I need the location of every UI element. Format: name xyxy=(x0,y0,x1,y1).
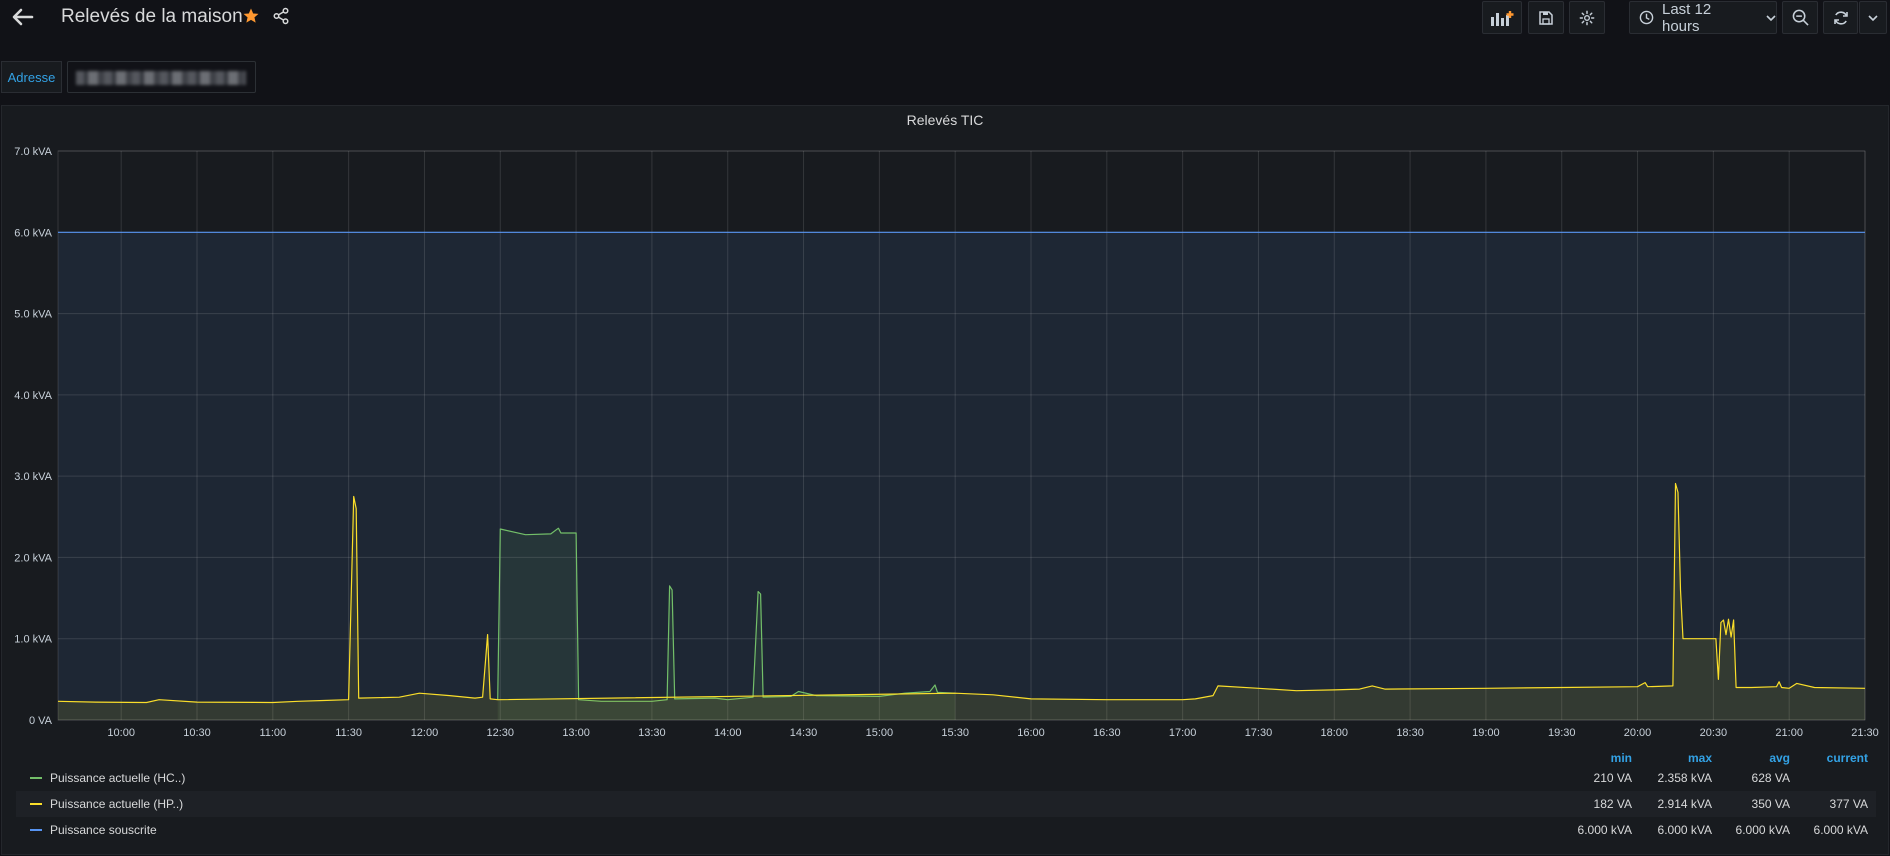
x-tick-label: 20:30 xyxy=(1700,727,1728,739)
add-panel-button[interactable] xyxy=(1482,1,1522,34)
legend-avg: 6.000 kVA xyxy=(1735,823,1790,837)
save-icon xyxy=(1538,10,1554,26)
gear-icon xyxy=(1579,10,1595,26)
legend-avg: 350 VA xyxy=(1751,797,1790,811)
y-tick-label: 2.0 kVA xyxy=(14,552,52,564)
x-tick-label: 15:00 xyxy=(866,727,894,739)
legend-swatch[interactable] xyxy=(30,777,42,779)
refresh-icon xyxy=(1833,10,1849,26)
clock-icon xyxy=(1639,10,1654,25)
time-range-picker[interactable]: Last 12 hours xyxy=(1629,0,1777,35)
legend-max: 2.914 kVA xyxy=(1657,797,1712,811)
y-tick-label: 4.0 kVA xyxy=(14,390,52,402)
x-tick-label: 17:30 xyxy=(1245,727,1273,739)
x-tick-label: 16:00 xyxy=(1017,727,1045,739)
x-tick-label: 21:30 xyxy=(1851,727,1879,739)
legend-series-name[interactable]: Puissance souscrite xyxy=(50,823,157,837)
graph-panel[interactable]: Relevés TIC 0 VA 1.0 kVA 2.0 kVA 3.0 kVA 4.0… xyxy=(1,105,1889,855)
legend-row-hc[interactable]: Puissance actuelle (HC..) 210 VA 2.358 k… xyxy=(16,765,1876,791)
x-tick-label: 19:00 xyxy=(1472,727,1500,739)
x-tick-label: 19:30 xyxy=(1548,727,1576,739)
legend-series-name[interactable]: Puissance actuelle (HP..) xyxy=(50,797,183,811)
x-tick-label: 10:30 xyxy=(183,727,211,739)
y-tick-label: 3.0 kVA xyxy=(14,471,52,483)
legend-min: 210 VA xyxy=(1593,771,1632,785)
redacted-address xyxy=(76,71,246,85)
zoom-out-button[interactable] xyxy=(1782,1,1818,34)
save-dashboard-button[interactable] xyxy=(1528,1,1564,34)
x-tick-label: 14:30 xyxy=(790,727,818,739)
add-panel-icon xyxy=(1490,9,1514,27)
refresh-interval-dropdown[interactable] xyxy=(1859,1,1887,34)
dashboard-settings-button[interactable] xyxy=(1569,1,1605,34)
star-icon[interactable] xyxy=(242,7,260,25)
chevron-down-icon xyxy=(1868,14,1878,22)
y-tick-label: 1.0 kVA xyxy=(14,634,52,646)
legend-current: 377 VA xyxy=(1829,797,1868,811)
x-tick-label: 14:00 xyxy=(714,727,742,739)
legend-max: 2.358 kVA xyxy=(1657,771,1712,785)
x-tick-label: 13:30 xyxy=(638,727,666,739)
y-tick-label: 0 VA xyxy=(29,715,53,727)
legend-swatch[interactable] xyxy=(30,803,42,805)
x-tick-label: 12:30 xyxy=(487,727,515,739)
chevron-down-icon xyxy=(1766,14,1776,22)
variable-label-adresse: Adresse xyxy=(1,61,62,93)
x-tick-label: 21:00 xyxy=(1775,727,1803,739)
zoom-out-icon xyxy=(1792,9,1809,26)
refresh-button[interactable] xyxy=(1823,1,1858,34)
y-tick-label: 5.0 kVA xyxy=(14,309,52,321)
x-tick-label: 12:00 xyxy=(411,727,439,739)
variable-select-adresse[interactable] xyxy=(67,61,256,93)
legend-avg: 628 VA xyxy=(1751,771,1790,785)
x-tick-label: 15:30 xyxy=(941,727,969,739)
legend-max: 6.000 kVA xyxy=(1657,823,1712,837)
legend-row-hp[interactable]: Puissance actuelle (HP..) 182 VA 2.914 k… xyxy=(16,791,1876,817)
x-tick-label: 18:30 xyxy=(1396,727,1424,739)
x-tick-label: 16:30 xyxy=(1093,727,1121,739)
dashboard-navbar: Relevés de la maison Last 12 hours xyxy=(0,0,1890,35)
dashboard-title[interactable]: Relevés de la maison xyxy=(61,6,243,28)
y-tick-label: 6.0 kVA xyxy=(14,227,52,239)
time-range-label: Last 12 hours xyxy=(1662,0,1712,35)
back-arrow-icon[interactable] xyxy=(10,6,36,28)
x-tick-label: 11:00 xyxy=(259,727,286,739)
chart-area[interactable]: 0 VA 1.0 kVA 2.0 kVA 3.0 kVA 4.0 kVA 5.0 kVA 6… xyxy=(2,106,1890,746)
legend-row-souscrite[interactable]: Puissance souscrite 6.000 kVA 6.000 kVA … xyxy=(16,817,1876,843)
legend-min: 182 VA xyxy=(1593,797,1632,811)
x-tick-label: 17:00 xyxy=(1169,727,1197,739)
share-icon[interactable] xyxy=(272,7,290,25)
y-tick-label: 7.0 kVA xyxy=(14,146,52,158)
x-tick-label: 11:30 xyxy=(335,727,362,739)
legend-current: 6.000 kVA xyxy=(1813,823,1868,837)
legend-min: 6.000 kVA xyxy=(1577,823,1632,837)
legend-swatch[interactable] xyxy=(30,829,42,831)
x-tick-label: 13:00 xyxy=(562,727,590,739)
x-tick-label: 10:00 xyxy=(107,727,135,739)
x-tick-label: 18:00 xyxy=(1321,727,1349,739)
x-tick-label: 20:00 xyxy=(1624,727,1652,739)
legend-series-name[interactable]: Puissance actuelle (HC..) xyxy=(50,771,185,785)
